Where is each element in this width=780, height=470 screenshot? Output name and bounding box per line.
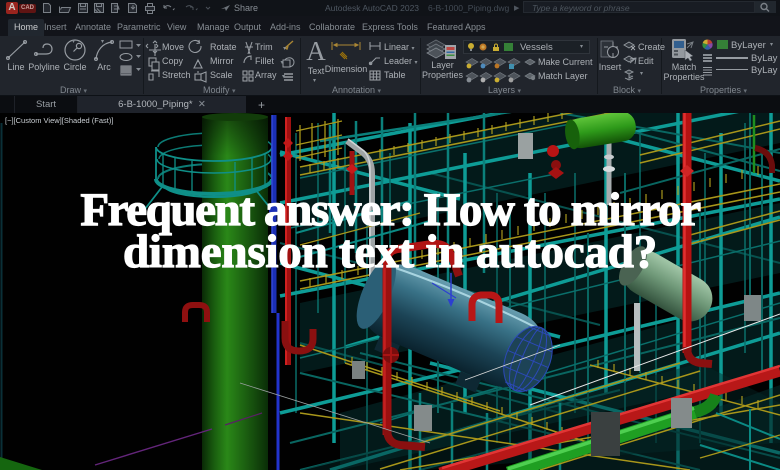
svg-text:Share: Share [234, 3, 258, 13]
svg-text:[−][Custom View][Shaded (Fast): [−][Custom View][Shaded (Fast)] [5, 116, 113, 125]
